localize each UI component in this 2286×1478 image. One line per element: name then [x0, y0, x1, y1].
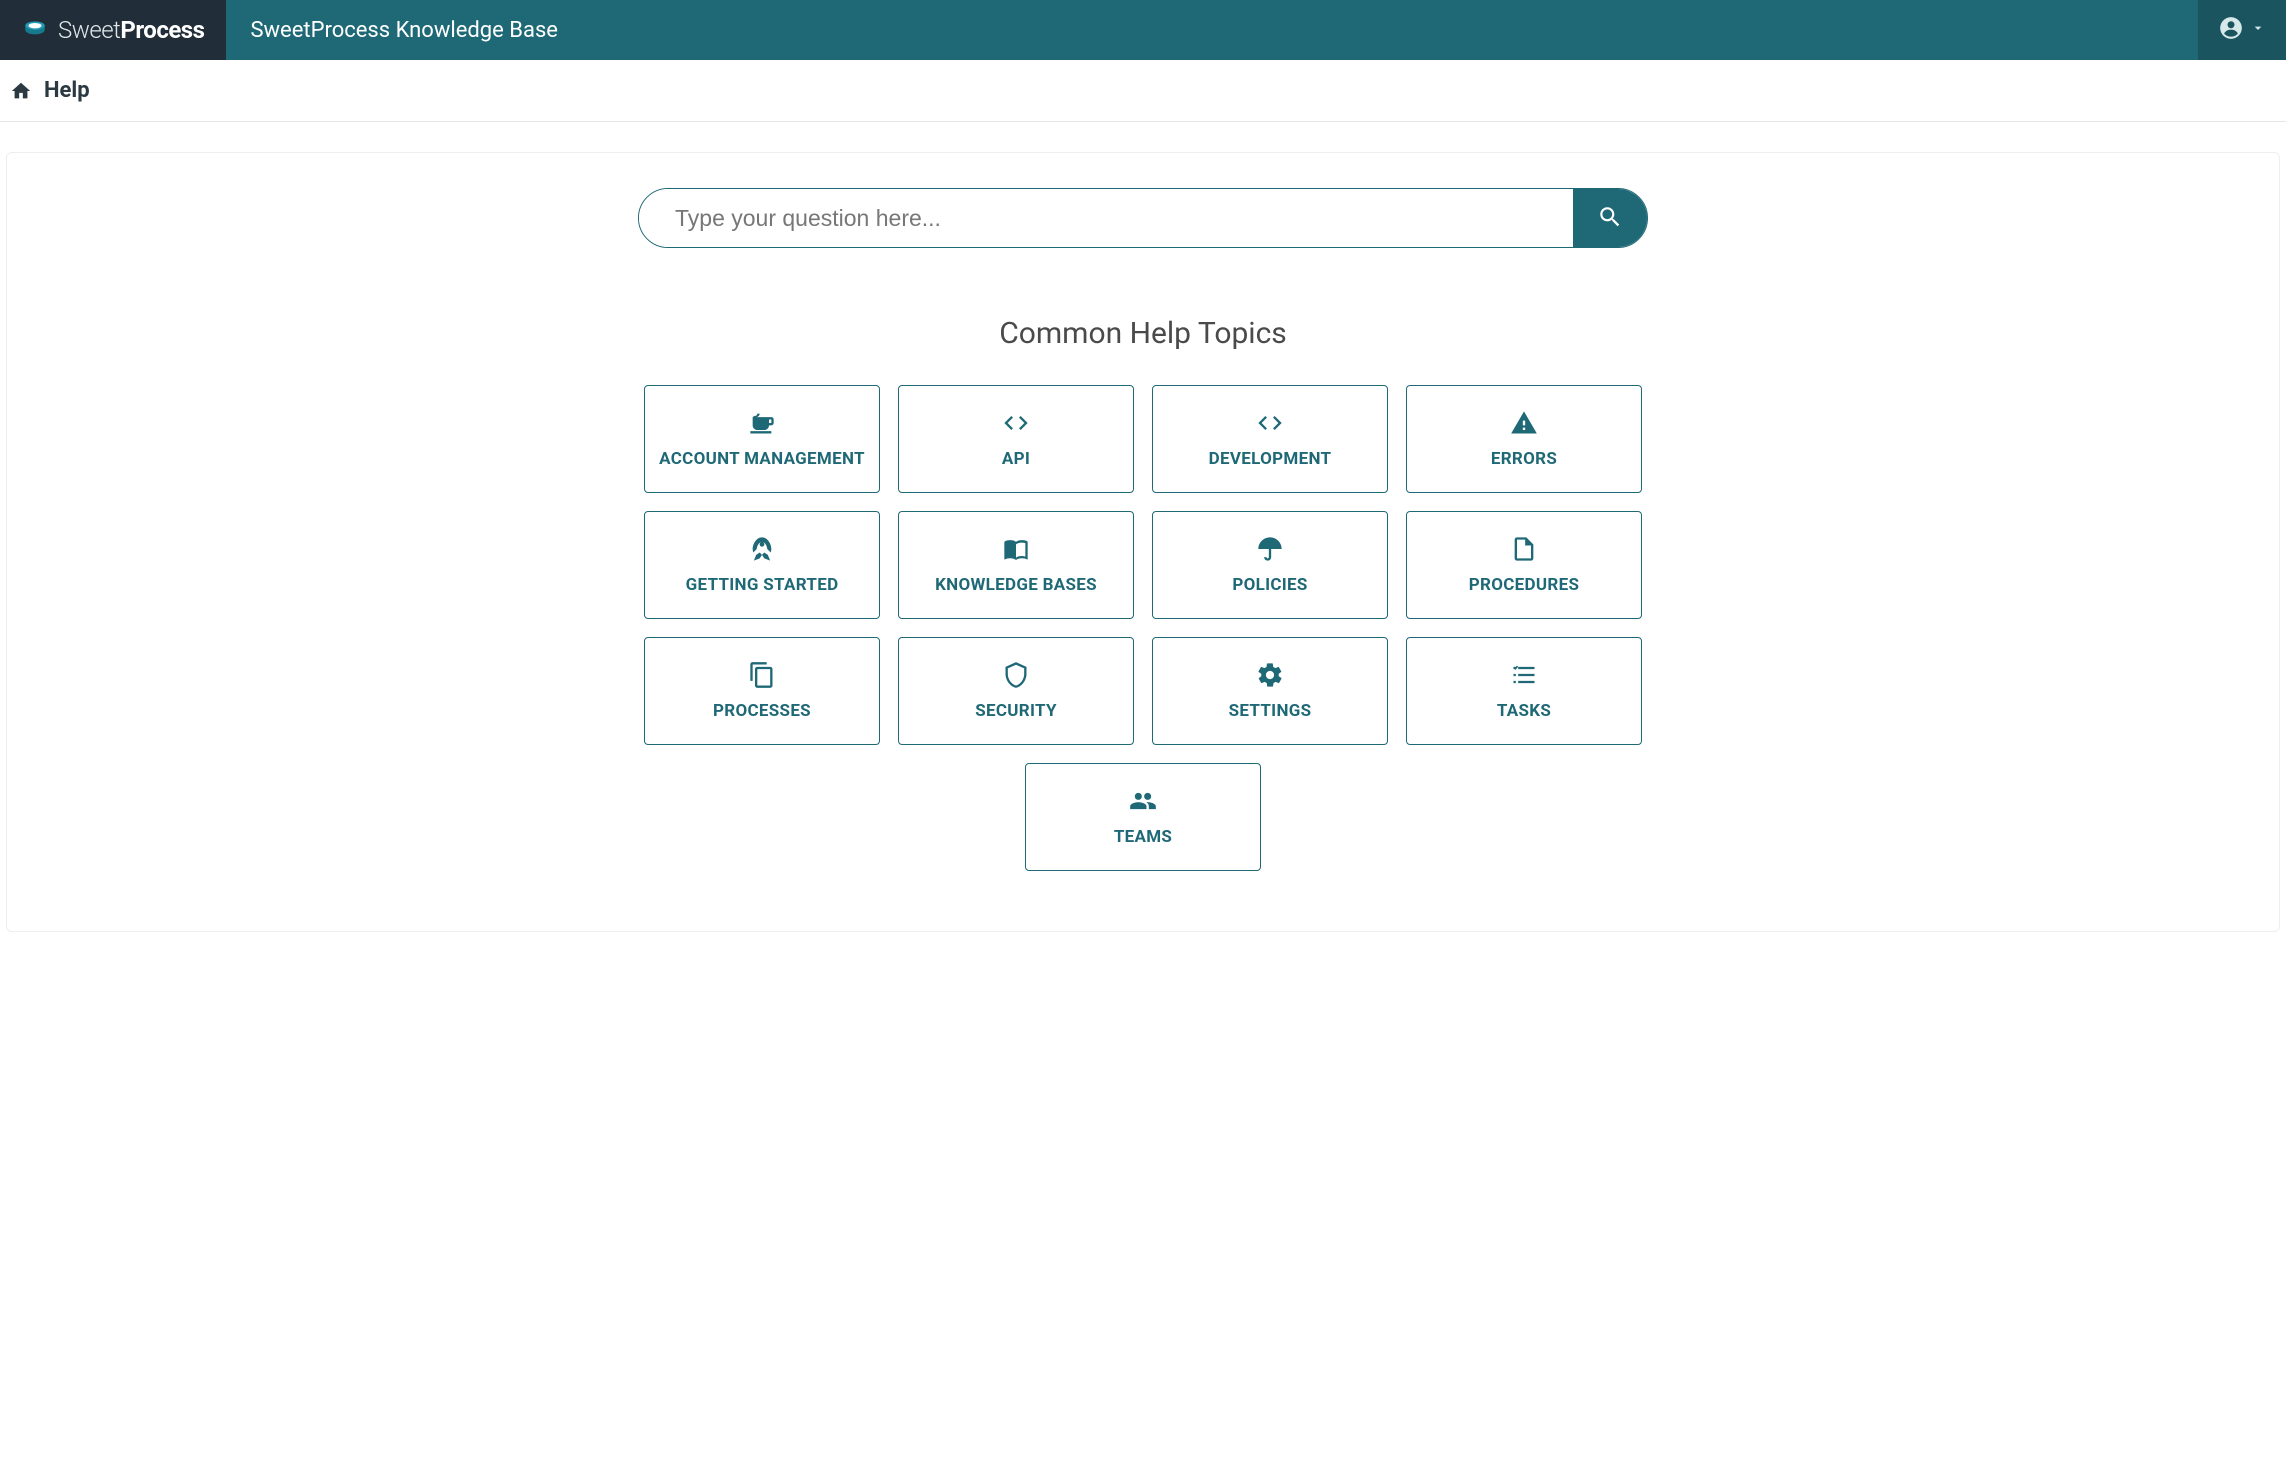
topic-card[interactable]: KNOWLEDGE BASES: [898, 511, 1134, 619]
topic-label: DEVELOPMENT: [1209, 449, 1332, 469]
code-icon: [1255, 409, 1285, 437]
brand-area[interactable]: SweetProcess: [0, 0, 226, 60]
user-circle-icon: [2218, 15, 2244, 45]
topic-card[interactable]: ERRORS: [1406, 385, 1642, 493]
app-header: SweetProcess SweetProcess Knowledge Base: [0, 0, 2286, 60]
shield-icon: [1001, 661, 1031, 689]
file-icon: [1509, 535, 1539, 563]
topic-card[interactable]: API: [898, 385, 1134, 493]
chevron-down-icon: [2250, 20, 2266, 40]
topic-card[interactable]: TASKS: [1406, 637, 1642, 745]
topic-card[interactable]: PROCESSES: [644, 637, 880, 745]
search-button[interactable]: [1573, 189, 1647, 247]
topic-card[interactable]: DEVELOPMENT: [1152, 385, 1388, 493]
topic-label: GETTING STARTED: [686, 575, 839, 595]
topic-card[interactable]: SECURITY: [898, 637, 1134, 745]
topic-card[interactable]: GETTING STARTED: [644, 511, 880, 619]
topic-label: SECURITY: [975, 701, 1057, 721]
users-icon: [1128, 787, 1158, 815]
topics-grid: ACCOUNT MANAGEMENT API DEVELOPMENT ERRORS GE…: [618, 385, 1668, 871]
topic-label: TEAMS: [1114, 827, 1172, 847]
breadcrumb-label[interactable]: Help: [44, 78, 90, 103]
topic-label: SETTINGS: [1229, 701, 1312, 721]
brand-logo-icon: [22, 17, 48, 43]
brand-text: SweetProcess: [58, 16, 204, 44]
topic-card[interactable]: SETTINGS: [1152, 637, 1388, 745]
book-icon: [1001, 535, 1031, 563]
coffee-icon: [747, 409, 777, 437]
gear-icon: [1255, 661, 1285, 689]
tasks-icon: [1509, 661, 1539, 689]
main-panel: Common Help Topics ACCOUNT MANAGEMENT API…: [6, 152, 2280, 932]
home-icon[interactable]: [10, 80, 32, 102]
topic-label: PROCESSES: [713, 701, 811, 721]
section-title: Common Help Topics: [7, 316, 2279, 351]
copy-icon: [747, 661, 777, 689]
topic-label: PROCEDURES: [1469, 575, 1579, 595]
topic-label: API: [1002, 449, 1030, 469]
user-menu-button[interactable]: [2198, 0, 2286, 60]
search-bar: [638, 188, 1648, 248]
breadcrumb: Help: [0, 60, 2286, 122]
warning-icon: [1509, 409, 1539, 437]
topic-label: POLICIES: [1232, 575, 1307, 595]
topic-label: KNOWLEDGE BASES: [935, 575, 1097, 595]
topic-card[interactable]: POLICIES: [1152, 511, 1388, 619]
topic-card[interactable]: ACCOUNT MANAGEMENT: [644, 385, 880, 493]
header-title: SweetProcess Knowledge Base: [226, 0, 2198, 60]
umbrella-icon: [1255, 535, 1285, 563]
search-icon: [1597, 204, 1623, 233]
code-icon: [1001, 409, 1031, 437]
topic-label: TASKS: [1497, 701, 1551, 721]
search-input[interactable]: [639, 189, 1573, 247]
topic-label: ERRORS: [1491, 449, 1557, 469]
rocket-icon: [747, 535, 777, 563]
topic-card[interactable]: PROCEDURES: [1406, 511, 1642, 619]
topic-card[interactable]: TEAMS: [1025, 763, 1261, 871]
topic-label: ACCOUNT MANAGEMENT: [659, 449, 865, 469]
